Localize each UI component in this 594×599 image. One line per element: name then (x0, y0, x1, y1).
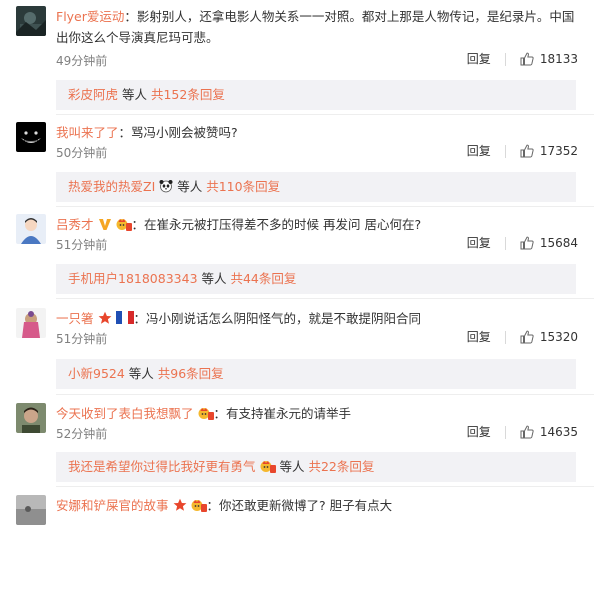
avatar[interactable] (16, 214, 46, 244)
reply-count-link[interactable]: 共96条回复 (158, 366, 224, 381)
comment-actions: 回复 18133 (467, 52, 578, 66)
comment-text-line: 我叫来了了：骂冯小刚会被赞吗? (56, 122, 582, 143)
divider (56, 486, 594, 487)
reply-mid-text: 等人 (173, 179, 207, 194)
comment-time: 51分钟前 (56, 238, 108, 252)
comment-text-line: 今天收到了表白我想飘了 ：有支持崔永元的请举手 (56, 403, 582, 424)
thumbs-up-icon (520, 236, 534, 250)
comment-item: 我叫来了了：骂冯小刚会被赞吗? 50分钟前 回复 17352 热爱我的热爱ZI … (0, 122, 594, 226)
comment-actions: 回复 17352 (467, 144, 578, 158)
replies-summary: 我还是希望你过得比我好更有勇气 等人 共22条回复 (56, 452, 576, 482)
comment-text-line: 吕秀才 ：在崔永元被打压得差不多的时候 再发问 居心何在? (56, 214, 582, 235)
verified-v-icon (98, 217, 112, 231)
comment-actions: 回复 15320 (467, 330, 578, 344)
thumbs-up-icon (520, 52, 534, 66)
divider (56, 298, 594, 299)
like-count: 17352 (539, 144, 578, 158)
like-count: 18133 (539, 52, 578, 66)
thumbs-up-icon (520, 425, 534, 439)
avatar[interactable] (16, 495, 46, 525)
level-crown-icon (191, 498, 207, 512)
avatar[interactable] (16, 403, 46, 433)
reply-username[interactable]: 小新9524 (68, 366, 125, 381)
avatar[interactable] (16, 122, 46, 152)
comment-username[interactable]: 今天收到了表白我想飘了 (56, 406, 194, 421)
comment-text: ：冯小刚说话怎么阴阳怪气的，就是不敢提阴阳合同 (133, 311, 422, 326)
like-count: 15684 (539, 236, 578, 250)
replies-summary: 手机用户1818083343 等人 共44条回复 (56, 264, 576, 294)
reply-username[interactable]: 彩皮阿虎 (68, 87, 118, 102)
comment-item: 一只箸 ：冯小刚说话怎么阴阳怪气的，就是不敢提阴阳合同 51分钟前 回复 1532… (0, 308, 594, 412)
comment-actions: 回复 15684 (467, 236, 578, 250)
comment-username[interactable]: Flyer爱运动 (56, 9, 124, 24)
replies-summary: 热爱我的热爱ZI 等人 共110条回复 (56, 172, 576, 202)
replies-summary: 彩皮阿虎 等人 共152条回复 (56, 80, 576, 110)
comment-text: ：在崔永元被打压得差不多的时候 再发问 居心何在? (131, 217, 422, 232)
like-count: 15320 (539, 330, 578, 344)
comment-username[interactable]: 一只箸 (56, 311, 94, 326)
level-crown-icon (198, 406, 214, 420)
like-button[interactable]: 14635 (520, 425, 578, 439)
replies-summary: 小新9524 等人 共96条回复 (56, 359, 576, 389)
thumbs-up-icon (520, 144, 534, 158)
reply-username[interactable]: 我还是希望你过得比我好更有勇气 (68, 459, 256, 474)
reply-count-link[interactable]: 共44条回复 (230, 271, 296, 286)
comment-time: 49分钟前 (56, 54, 108, 68)
comment-actions: 回复 14635 (467, 425, 578, 439)
reply-username[interactable]: 手机用户1818083343 (68, 271, 198, 286)
divider (56, 394, 594, 395)
comment-item: 吕秀才 ：在崔永元被打压得差不多的时候 再发问 居心何在? 51分钟前 回复 15… (0, 214, 594, 318)
reply-button[interactable]: 回复 (467, 52, 506, 66)
comment-username[interactable]: 安娜和铲屎官的故事 (56, 498, 169, 513)
reply-mid-text: 等人 (197, 271, 231, 286)
star-icon (173, 498, 187, 512)
reply-count-link[interactable]: 共110条回复 (206, 179, 280, 194)
level-crown-icon (260, 459, 276, 473)
comment-text: ：骂冯小刚会被赞吗? (118, 125, 238, 140)
like-button[interactable]: 15320 (520, 330, 578, 344)
comment-username[interactable]: 我叫来了了 (56, 125, 119, 140)
reply-mid-text: 等人 (275, 459, 309, 474)
like-count: 14635 (539, 425, 578, 439)
reply-username[interactable]: 热爱我的热爱ZI (68, 179, 155, 194)
reply-button[interactable]: 回复 (467, 330, 506, 344)
comment-time: 51分钟前 (56, 332, 108, 346)
level-crown-icon (116, 217, 132, 231)
comment-text: ：影射别人，还拿电影人物关系一一对照。都对上那是人物传记，是纪录片。中国出你这么… (56, 9, 575, 45)
comment-time: 50分钟前 (56, 146, 108, 160)
reply-count-link[interactable]: 共152条回复 (151, 87, 225, 102)
panda-emoji-icon (159, 179, 173, 193)
comment-username[interactable]: 吕秀才 (56, 217, 94, 232)
reply-mid-text: 等人 (124, 366, 158, 381)
avatar[interactable] (16, 6, 46, 36)
reply-button[interactable]: 回复 (467, 144, 506, 158)
comment-text-line: 安娜和铲屎官的故事 ：你还敢更新微博了? 胆子有点大 (56, 495, 582, 516)
like-button[interactable]: 18133 (520, 52, 578, 66)
comment-text-line: 一只箸 ：冯小刚说话怎么阴阳怪气的，就是不敢提阴阳合同 (56, 308, 582, 329)
comment-text: ：你还敢更新微博了? 胆子有点大 (206, 498, 393, 513)
comment-time: 52分钟前 (56, 427, 108, 441)
divider (56, 206, 594, 207)
france-flag-icon (115, 311, 134, 325)
avatar[interactable] (16, 308, 46, 338)
reply-button[interactable]: 回复 (467, 236, 506, 250)
divider (56, 114, 594, 115)
comment-item: Flyer爱运动：影射别人，还拿电影人物关系一一对照。都对上那是人物传记，是纪录… (0, 6, 594, 110)
reply-button[interactable]: 回复 (467, 425, 506, 439)
reply-count-link[interactable]: 共22条回复 (308, 459, 374, 474)
comment-text-line: Flyer爱运动：影射别人，还拿电影人物关系一一对照。都对上那是人物传记，是纪录… (56, 6, 582, 48)
reply-mid-text: 等人 (118, 87, 151, 102)
comment-item: 今天收到了表白我想飘了 ：有支持崔永元的请举手 52分钟前 回复 14635 我还… (0, 403, 594, 507)
like-button[interactable]: 17352 (520, 144, 578, 158)
thumbs-up-icon (520, 330, 534, 344)
like-button[interactable]: 15684 (520, 236, 578, 250)
star-icon (98, 311, 112, 325)
comment-item: 安娜和铲屎官的故事 ：你还敢更新微博了? 胆子有点大 (0, 495, 594, 599)
comment-text: ：有支持崔永元的请举手 (213, 406, 352, 421)
